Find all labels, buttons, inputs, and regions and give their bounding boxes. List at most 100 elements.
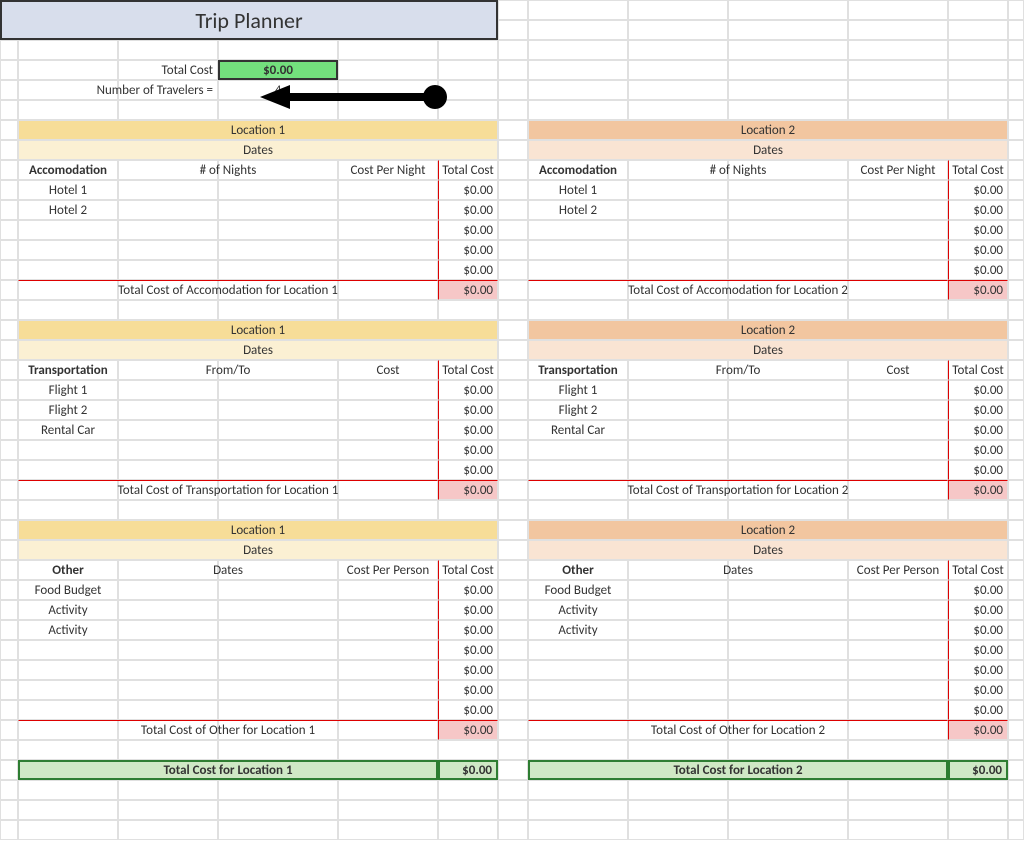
spreadsheet-cell[interactable] [0, 820, 18, 840]
spreadsheet-cell[interactable] [218, 740, 338, 760]
row-label[interactable]: Hotel 2 [528, 200, 628, 220]
row-value[interactable]: $0.00 [948, 240, 1008, 260]
spreadsheet-cell[interactable] [728, 500, 848, 520]
spreadsheet-cell[interactable] [948, 80, 1008, 100]
spreadsheet-cell[interactable] [338, 300, 438, 320]
spreadsheet-cell[interactable] [218, 440, 338, 460]
spreadsheet-cell[interactable] [218, 220, 338, 240]
spreadsheet-cell[interactable] [118, 640, 218, 660]
spreadsheet-cell[interactable] [498, 740, 528, 760]
row-value[interactable]: $0.00 [948, 460, 1008, 480]
spreadsheet-cell[interactable] [728, 40, 848, 60]
spreadsheet-cell[interactable] [628, 240, 728, 260]
spreadsheet-cell[interactable] [338, 740, 438, 760]
spreadsheet-cell[interactable] [498, 440, 528, 460]
spreadsheet-cell[interactable] [1008, 620, 1024, 640]
row-label[interactable]: Activity [528, 620, 628, 640]
spreadsheet-cell[interactable] [0, 540, 18, 560]
spreadsheet-cell[interactable] [848, 400, 948, 420]
spreadsheet-cell[interactable] [438, 40, 498, 60]
row-value[interactable]: $0.00 [948, 600, 1008, 620]
spreadsheet-cell[interactable] [338, 220, 438, 240]
spreadsheet-cell[interactable] [948, 500, 1008, 520]
row-label[interactable] [18, 240, 118, 260]
spreadsheet-cell[interactable] [0, 680, 18, 700]
spreadsheet-cell[interactable] [1008, 320, 1024, 340]
row-value[interactable]: $0.00 [438, 440, 498, 460]
spreadsheet-cell[interactable] [338, 820, 438, 840]
spreadsheet-cell[interactable] [338, 700, 438, 720]
spreadsheet-cell[interactable] [0, 320, 18, 340]
spreadsheet-cell[interactable] [628, 20, 728, 40]
spreadsheet-cell[interactable] [118, 700, 218, 720]
row-value[interactable]: $0.00 [948, 400, 1008, 420]
spreadsheet-cell[interactable] [118, 100, 218, 120]
spreadsheet-cell[interactable] [1008, 700, 1024, 720]
spreadsheet-cell[interactable] [728, 660, 848, 680]
spreadsheet-cell[interactable] [218, 400, 338, 420]
spreadsheet-cell[interactable] [118, 380, 218, 400]
row-value[interactable]: $0.00 [438, 220, 498, 240]
spreadsheet-cell[interactable] [118, 600, 218, 620]
spreadsheet-cell[interactable] [498, 260, 528, 280]
spreadsheet-cell[interactable] [0, 420, 18, 440]
row-value[interactable]: $0.00 [948, 380, 1008, 400]
row-value[interactable]: $0.00 [438, 380, 498, 400]
spreadsheet-cell[interactable] [0, 300, 18, 320]
spreadsheet-cell[interactable] [498, 240, 528, 260]
spreadsheet-cell[interactable] [948, 20, 1008, 40]
spreadsheet-cell[interactable] [498, 400, 528, 420]
spreadsheet-cell[interactable] [948, 740, 1008, 760]
row-label[interactable]: Food Budget [18, 580, 118, 600]
spreadsheet-cell[interactable] [118, 800, 218, 820]
spreadsheet-cell[interactable] [218, 580, 338, 600]
spreadsheet-cell[interactable] [848, 420, 948, 440]
row-label[interactable] [528, 660, 628, 680]
spreadsheet-cell[interactable] [1008, 60, 1024, 80]
spreadsheet-cell[interactable] [728, 0, 848, 20]
row-label[interactable]: Flight 2 [18, 400, 118, 420]
spreadsheet-cell[interactable] [728, 640, 848, 660]
spreadsheet-cell[interactable] [18, 740, 118, 760]
spreadsheet-cell[interactable] [118, 240, 218, 260]
spreadsheet-cell[interactable] [728, 820, 848, 840]
spreadsheet-cell[interactable] [118, 460, 218, 480]
spreadsheet-cell[interactable] [0, 280, 18, 300]
spreadsheet-cell[interactable] [338, 260, 438, 280]
spreadsheet-cell[interactable] [498, 800, 528, 820]
spreadsheet-cell[interactable] [218, 200, 338, 220]
spreadsheet-cell[interactable] [628, 580, 728, 600]
spreadsheet-cell[interactable] [498, 680, 528, 700]
spreadsheet-cell[interactable] [628, 500, 728, 520]
spreadsheet-cell[interactable] [338, 500, 438, 520]
spreadsheet-cell[interactable] [438, 100, 498, 120]
spreadsheet-cell[interactable] [498, 460, 528, 480]
spreadsheet-cell[interactable] [498, 60, 528, 80]
spreadsheet-cell[interactable] [0, 720, 18, 740]
spreadsheet-cell[interactable] [848, 740, 948, 760]
spreadsheet-cell[interactable] [728, 600, 848, 620]
row-label[interactable] [528, 640, 628, 660]
spreadsheet-cell[interactable] [1008, 420, 1024, 440]
spreadsheet-cell[interactable] [728, 420, 848, 440]
spreadsheet-cell[interactable] [438, 60, 498, 80]
spreadsheet-cell[interactable] [0, 760, 18, 780]
spreadsheet-cell[interactable] [628, 600, 728, 620]
spreadsheet-cell[interactable] [498, 700, 528, 720]
spreadsheet-cell[interactable] [0, 620, 18, 640]
spreadsheet-cell[interactable] [728, 800, 848, 820]
spreadsheet-cell[interactable] [498, 720, 528, 740]
row-label[interactable]: Hotel 1 [528, 180, 628, 200]
row-value[interactable]: $0.00 [438, 200, 498, 220]
spreadsheet-cell[interactable] [628, 820, 728, 840]
spreadsheet-cell[interactable] [338, 620, 438, 640]
row-label[interactable] [18, 660, 118, 680]
row-label[interactable] [18, 220, 118, 240]
row-value[interactable]: $0.00 [438, 240, 498, 260]
spreadsheet-cell[interactable] [118, 740, 218, 760]
row-value[interactable]: $0.00 [948, 440, 1008, 460]
spreadsheet-cell[interactable] [498, 80, 528, 100]
spreadsheet-cell[interactable] [848, 680, 948, 700]
spreadsheet-cell[interactable] [218, 640, 338, 660]
spreadsheet-cell[interactable] [498, 640, 528, 660]
